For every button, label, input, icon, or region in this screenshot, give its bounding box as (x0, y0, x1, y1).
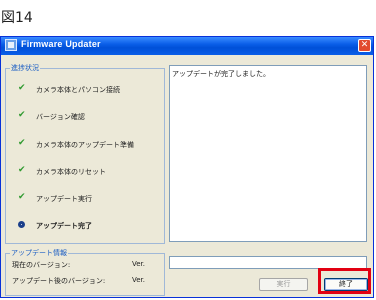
end-button-highlight (318, 268, 371, 294)
step-label: カメラ本体とパソコン接続 (36, 86, 120, 94)
check-icon (18, 111, 27, 121)
progress-group: 進捗状況 カメラ本体とパソコン接続 バージョン確認 カメラ本体のアップデート準備… (5, 63, 165, 244)
step-label: アップデート完了 (36, 222, 92, 230)
status-message: アップデートが完了しました。 (172, 70, 270, 78)
check-icon (18, 84, 27, 94)
firmware-updater-window: Firmware Updater ✕ 進捗状況 カメラ本体とパソコン接続 バージ… (0, 36, 374, 298)
current-version-value: Ver. (132, 260, 146, 268)
step-label: アップデート実行 (36, 195, 92, 203)
update-info-group: アップデート情報 現在のバージョン: Ver. アップデート後のバージョン: V… (5, 248, 165, 296)
firmware-updater-icon (5, 39, 17, 51)
title-bar[interactable]: Firmware Updater ✕ (1, 37, 373, 55)
after-version-value: Ver. (132, 276, 146, 284)
window-title: Firmware Updater (21, 39, 101, 49)
run-button[interactable]: 実行 (259, 278, 308, 291)
check-icon (18, 193, 27, 203)
step-label: カメラ本体のリセット (36, 168, 106, 176)
figure-label: 図14 (1, 10, 33, 26)
check-icon (18, 166, 27, 176)
progress-group-title: 進捗状況 (10, 63, 40, 73)
status-message-box: アップデートが完了しました。 (169, 65, 367, 242)
after-version-label: アップデート後のバージョン: (12, 277, 106, 285)
current-step-icon (18, 221, 25, 228)
close-icon[interactable]: ✕ (358, 39, 371, 52)
current-version-label: 現在のバージョン: (12, 261, 71, 269)
step-label: カメラ本体のアップデート準備 (36, 141, 134, 149)
update-info-group-title: アップデート情報 (10, 248, 68, 258)
step-label: バージョン確認 (36, 113, 85, 121)
check-icon (18, 139, 27, 149)
